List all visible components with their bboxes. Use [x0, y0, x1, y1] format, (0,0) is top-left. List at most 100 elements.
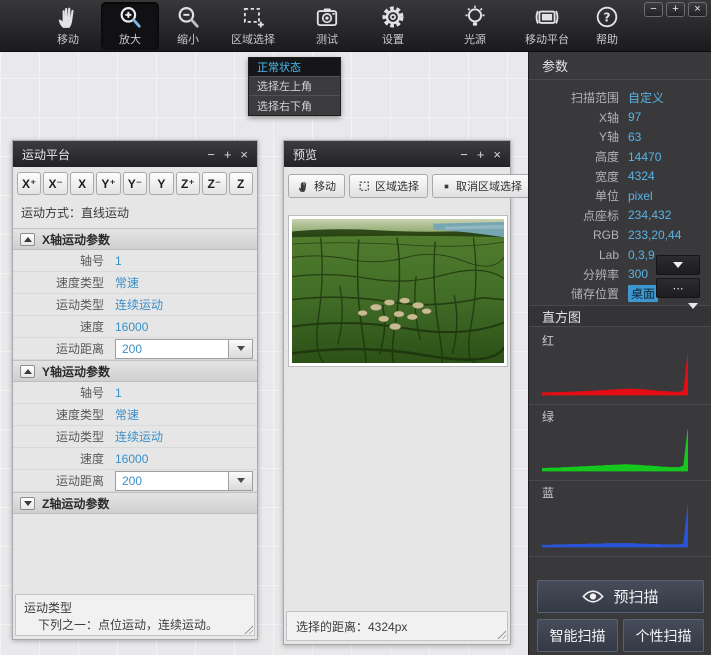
param-label: X轴 [529, 109, 628, 126]
tool-motion-platform[interactable]: 移动平台 [518, 2, 576, 50]
row-label: 轴号 [13, 252, 115, 269]
x-distance-dropdown-button[interactable] [228, 339, 253, 359]
row-label: 速度 [13, 318, 115, 335]
y-axis-number-row: 轴号 1 [13, 382, 257, 404]
smart-scan-button[interactable]: 智能扫描 [537, 619, 618, 652]
custom-scan-button[interactable]: 个性扫描 [623, 619, 704, 652]
param-height: 高度 14470 [529, 147, 711, 167]
help-icon: ? [594, 4, 620, 30]
preview-region-select-button[interactable]: 区域选择 [349, 174, 428, 198]
tool-settings[interactable]: 设置 [364, 2, 422, 50]
axis-button-y-minus[interactable]: Y⁻ [123, 172, 147, 195]
axis-button-x-plus[interactable]: X⁺ [17, 172, 41, 195]
preview-panel-maximize[interactable]: + [477, 148, 485, 161]
tool-move[interactable]: 移动 [39, 2, 97, 50]
window-close-button[interactable]: × [688, 2, 707, 17]
prescan-label: 预扫描 [613, 586, 658, 607]
axis-button-y[interactable]: Y [149, 172, 173, 195]
axis-button-z-plus[interactable]: Z⁺ [176, 172, 200, 195]
row-value: 连续运动 [115, 428, 163, 445]
histogram-blue: 蓝 [529, 484, 711, 549]
window-maximize-button[interactable]: + [666, 2, 685, 17]
tool-region-select[interactable]: 区域选择 [224, 2, 282, 50]
y-speed-row: 速度 16000 [13, 448, 257, 470]
param-value-selected[interactable]: 桌面 [628, 285, 658, 302]
tool-region-select-label: 区域选择 [231, 31, 275, 47]
x-axis-section-title: X轴运动参数 [42, 231, 110, 248]
zoom-in-icon [117, 4, 143, 30]
y-distance-dropdown-button[interactable] [228, 471, 253, 491]
histogram-green-plot [542, 427, 688, 473]
x-distance-dropdown: 200 [115, 339, 253, 359]
collapse-down-icon [20, 497, 35, 510]
param-value[interactable]: 自定义 [628, 89, 664, 106]
param-unit: 单位 pixel [529, 186, 711, 206]
parameters-header: 参数 [529, 52, 711, 80]
preview-move-button[interactable]: 移动 [288, 174, 345, 198]
row-value: 1 [115, 254, 122, 268]
y-distance-value[interactable]: 200 [115, 471, 228, 491]
param-label: 宽度 [529, 168, 628, 185]
tool-help[interactable]: ? 帮助 [578, 2, 636, 50]
y-distance-row: 运动距离 200 [13, 470, 257, 492]
param-rgb: RGB 233,20,44 [529, 225, 711, 245]
param-side-buttons: ⋯ [656, 255, 700, 298]
hand-icon [297, 180, 310, 193]
preview-panel-minimize[interactable]: − [460, 148, 468, 161]
axis-button-y-plus[interactable]: Y⁺ [96, 172, 120, 195]
preview-cancel-region-button[interactable]: 取消区域选择 [432, 174, 531, 198]
axis-button-x-minus[interactable]: X⁻ [43, 172, 67, 195]
preview-image-frame [288, 215, 508, 367]
y-axis-section-header[interactable]: Y轴运动参数 [13, 360, 257, 382]
x-distance-value[interactable]: 200 [115, 339, 228, 359]
selected-distance-text: 选择的距离：4324px [296, 618, 407, 635]
region-select-menu: 正常状态 选择左上角 选择右下角 [248, 57, 341, 116]
z-axis-section-header[interactable]: Z轴运动参数 [13, 492, 257, 514]
scanner-app-window: 移动 放大 缩小 区域选择 [0, 0, 711, 655]
main-toolbar: 移动 放大 缩小 区域选择 [0, 0, 711, 52]
menu-item-select-bottom-right[interactable]: 选择右下角 [249, 96, 340, 115]
resize-grip[interactable] [496, 629, 506, 639]
param-value: 4324 [628, 169, 655, 183]
prescan-button[interactable]: 预扫描 [537, 580, 704, 613]
tool-light-source[interactable]: 光源 [446, 2, 504, 50]
axis-button-x[interactable]: X [70, 172, 94, 195]
histogram-red: 红 [529, 332, 711, 397]
menu-item-select-top-left[interactable]: 选择左上角 [249, 77, 340, 96]
axis-button-z-minus[interactable]: Z⁻ [202, 172, 226, 195]
tool-settings-label: 设置 [382, 31, 404, 47]
browse-location-button[interactable]: ⋯ [656, 278, 700, 298]
row-value: 常速 [115, 274, 139, 291]
svg-text:?: ? [603, 10, 610, 25]
param-value[interactable]: 300 [628, 267, 648, 281]
param-value: 97 [628, 110, 641, 124]
x-distance-row: 运动距离 200 [13, 338, 257, 360]
row-value: 16000 [115, 320, 148, 334]
window-minimize-button[interactable]: − [644, 2, 663, 17]
histogram-green: 绿 [529, 408, 711, 473]
param-value: 234,432 [628, 208, 671, 222]
tool-zoom-in[interactable]: 放大 [101, 2, 159, 50]
motion-panel-maximize[interactable]: + [224, 148, 232, 161]
preview-panel-controls: − + × [460, 148, 501, 161]
tool-test[interactable]: 测试 [298, 2, 356, 50]
param-point-coord: 点座标 234,432 [529, 206, 711, 226]
row-label: 运动距离 [13, 472, 115, 489]
histogram-collapse-button[interactable] [688, 309, 698, 324]
x-axis-section-header[interactable]: X轴运动参数 [13, 228, 257, 250]
region-select-icon [240, 4, 266, 30]
preview-panel-close[interactable]: × [493, 148, 501, 161]
axis-button-z[interactable]: Z [229, 172, 253, 195]
chevron-down-icon [688, 303, 698, 324]
tool-zoom-out[interactable]: 缩小 [159, 2, 217, 50]
preview-panel-header: 预览 − + × [284, 141, 510, 167]
resolution-dropdown-button[interactable] [656, 255, 700, 275]
light-bulb-icon [462, 4, 488, 30]
motion-panel-minimize[interactable]: − [207, 148, 215, 161]
chevron-down-icon [237, 346, 245, 351]
menu-item-normal-state[interactable]: 正常状态 [249, 58, 340, 77]
param-label: 扫描范围 [529, 89, 628, 106]
motion-panel-close[interactable]: × [240, 148, 248, 161]
param-value: pixel [628, 189, 653, 203]
row-value: 连续运动 [115, 296, 163, 313]
